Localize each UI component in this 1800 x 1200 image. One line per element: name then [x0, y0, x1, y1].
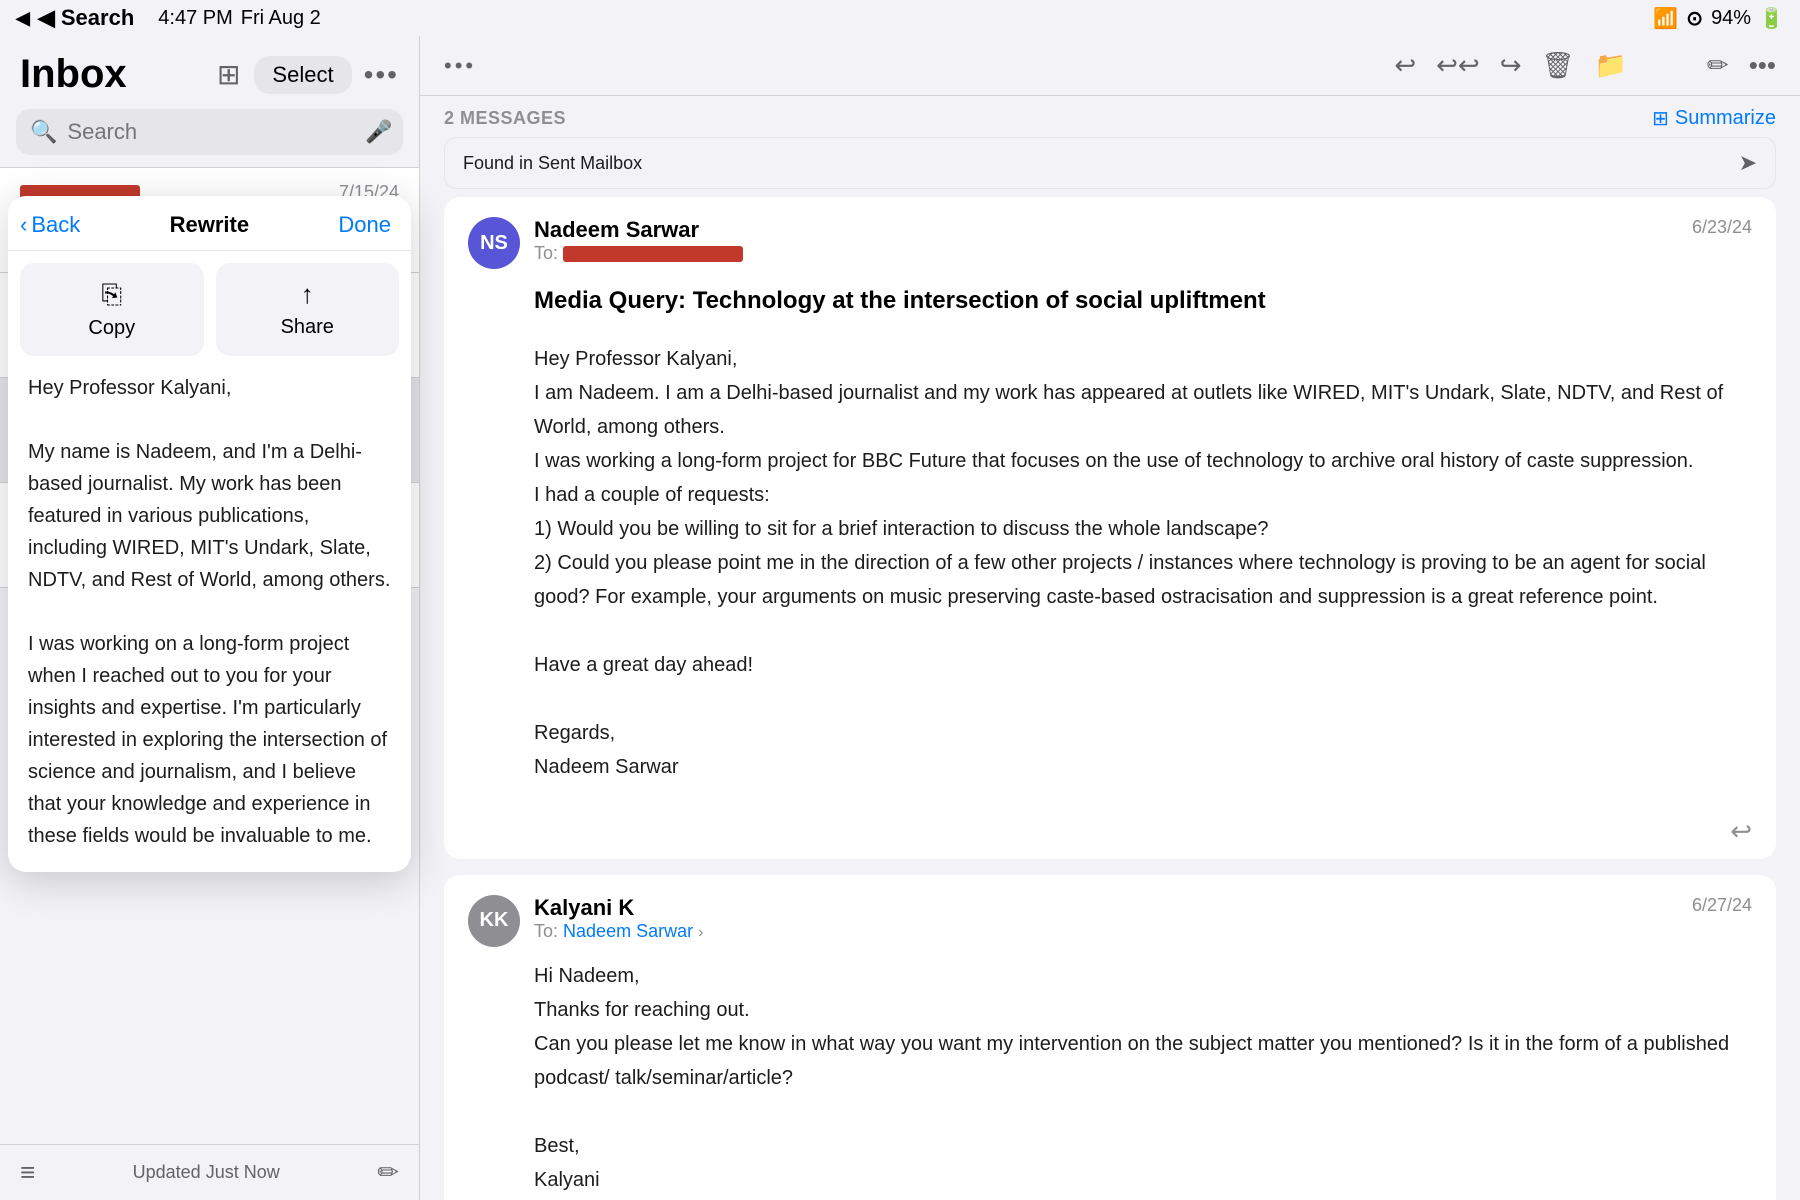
email-header-1: NS Nadeem Sarwar To: 6/23/24 — [444, 197, 1776, 281]
share-button[interactable]: ↑ Share — [216, 263, 400, 356]
search-input[interactable] — [67, 119, 355, 145]
rewrite-nav: ‹ Back Rewrite Done — [8, 196, 411, 251]
reply-button[interactable]: ↩ — [1394, 50, 1416, 81]
copy-icon: ⎘ — [101, 279, 122, 311]
email-body-1: Media Query: Technology at the intersect… — [444, 281, 1776, 804]
sidebar-header: Inbox ⊞ Select ••• — [0, 36, 419, 105]
battery-percent: 94% — [1711, 7, 1751, 30]
rewrite-back-button[interactable]: ‹ Back — [20, 212, 80, 238]
email-subject-1: Media Query: Technology at the intersect… — [534, 281, 1752, 322]
rewrite-done-button[interactable]: Done — [338, 212, 391, 238]
rewrite-body: Hey Professor Kalyani, My name is Nadeem… — [8, 356, 411, 852]
status-left: ◀ ◀ Search 4:47 PM Fri Aug 2 — [16, 5, 321, 31]
folder-button[interactable]: 📁 — [1595, 50, 1627, 81]
rewrite-title: Rewrite — [170, 212, 249, 238]
status-search-text: ◀ Search — [38, 5, 134, 31]
found-banner: Found in Sent Mailbox ➤ — [444, 137, 1776, 189]
email-body-2: Hi Nadeem, Thanks for reaching out. Can … — [444, 959, 1776, 1200]
trash-button[interactable]: 🗑 — [1542, 50, 1575, 81]
send-icon: ➤ — [1739, 150, 1757, 176]
sidebar-bottom: ≡ Updated Just Now ✏ — [0, 1144, 419, 1200]
email-meta-1: Nadeem Sarwar To: — [534, 217, 1678, 264]
summarize-icon: ⊞ — [1652, 106, 1669, 131]
search-bar: 🔍 🎤 — [16, 109, 403, 155]
status-time: 4:47 PM — [158, 7, 232, 30]
status-bar: ◀ ◀ Search 4:47 PM Fri Aug 2 📶 ⊙ 94% 🔋 — [0, 0, 1800, 36]
email-date-1: 6/23/24 — [1692, 217, 1752, 238]
email-date-2: 6/27/24 — [1692, 895, 1752, 916]
messages-header: 2 MESSAGES ⊞ Summarize — [420, 96, 1800, 137]
rewrite-actions: ⎘ Copy ↑ Share — [8, 251, 411, 356]
email-meta-2: Kalyani K To: Nadeem Sarwar › — [534, 895, 1678, 942]
found-text: Found in Sent Mailbox — [463, 153, 642, 174]
more-options-button[interactable]: ••• — [364, 59, 399, 91]
email-reply-area: ↩ — [444, 804, 1776, 859]
chevron-right-icon: › — [698, 924, 703, 941]
sidebar-panel-btn[interactable]: ⊞ — [217, 58, 242, 91]
signal-icon: ⊙ — [1686, 6, 1703, 31]
forward-button[interactable]: ↪ — [1500, 50, 1522, 81]
select-button[interactable]: Select — [254, 56, 351, 94]
email-header-2: KK Kalyani K To: Nadeem Sarwar › 6/27/24 — [444, 875, 1776, 959]
status-date: Fri Aug 2 — [241, 7, 321, 30]
reply-all-button[interactable]: ↩↩ — [1436, 50, 1480, 81]
email-area: ••• ↩ ↩↩ ↪ 🗑 📁 ✏ ••• 2 MESSAGES ⊞ Summar… — [420, 36, 1800, 1200]
mic-icon[interactable]: 🎤 — [365, 119, 392, 145]
more-button[interactable]: ••• — [1749, 50, 1776, 81]
email-card-1: NS Nadeem Sarwar To: 6/23/24 Media Query… — [444, 197, 1776, 859]
back-arrow-icon: ◀ — [16, 8, 30, 29]
email-from-2: Kalyani K — [534, 895, 1678, 921]
main-layout: Inbox ⊞ Select ••• 🔍 🎤 7/15/24 — [0, 36, 1800, 1200]
wifi-icon: 📶 — [1653, 6, 1678, 31]
sidebar-header-actions: ⊞ Select ••• — [217, 56, 399, 94]
reply-icon[interactable]: ↩ — [1730, 816, 1752, 847]
email-card-2: KK Kalyani K To: Nadeem Sarwar › 6/27/24… — [444, 875, 1776, 1200]
rewrite-overlay: ‹ Back Rewrite Done ⎘ Copy ↑ Share He — [8, 196, 411, 872]
filter-icon[interactable]: ≡ — [20, 1157, 35, 1188]
email-to-name-2: Nadeem Sarwar — [563, 921, 698, 941]
compose-icon[interactable]: ✏ — [377, 1157, 399, 1188]
toolbar-dots: ••• — [444, 53, 476, 79]
avatar-kk: KK — [468, 895, 520, 947]
updated-text: Updated Just Now — [133, 1162, 280, 1183]
sidebar-title: Inbox — [20, 52, 127, 97]
summarize-button[interactable]: ⊞ Summarize — [1652, 106, 1776, 131]
email-to-line-2: To: Nadeem Sarwar › — [534, 921, 1678, 942]
share-icon: ↑ — [301, 279, 314, 310]
email-thread: Found in Sent Mailbox ➤ NS Nadeem Sarwar… — [420, 137, 1800, 1200]
email-from-1: Nadeem Sarwar — [534, 217, 1678, 243]
email-toolbar-right: ↩ ↩↩ ↪ 🗑 📁 ✏ ••• — [1394, 50, 1776, 81]
chevron-left-icon: ‹ — [20, 212, 27, 238]
copy-button[interactable]: ⎘ Copy — [20, 263, 204, 356]
email-to-line-1: To: — [534, 243, 1678, 264]
sidebar: Inbox ⊞ Select ••• 🔍 🎤 7/15/24 — [0, 36, 420, 1200]
compose-button[interactable]: ✏ — [1707, 50, 1729, 81]
avatar-ns: NS — [468, 217, 520, 269]
status-right: 📶 ⊙ 94% 🔋 — [1653, 6, 1784, 31]
messages-count: 2 MESSAGES — [444, 108, 566, 129]
email-toolbar: ••• ↩ ↩↩ ↪ 🗑 📁 ✏ ••• — [420, 36, 1800, 96]
battery-icon: 🔋 — [1759, 6, 1784, 31]
search-icon: 🔍 — [30, 119, 57, 145]
